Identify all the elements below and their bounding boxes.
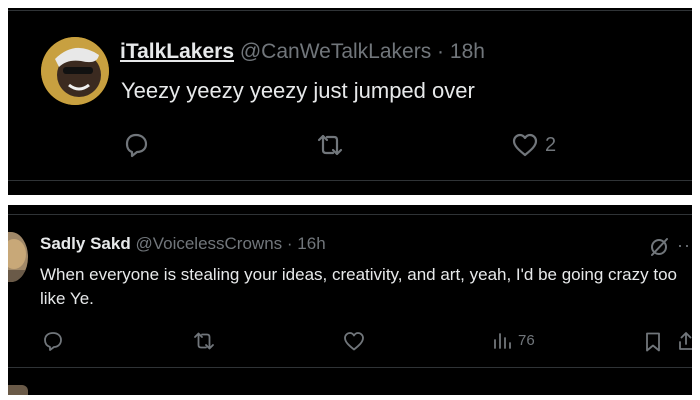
like-count: 2 xyxy=(545,133,557,156)
bookmark-icon xyxy=(646,332,660,352)
divider-bottom xyxy=(8,180,692,181)
reply-icon xyxy=(44,332,62,351)
views-button[interactable]: 76 xyxy=(492,330,535,350)
divider-top xyxy=(8,10,692,11)
separator-dot: · xyxy=(437,40,445,63)
more-icon[interactable]: ··· xyxy=(677,235,692,256)
tweet-header: iTalkLakers @CanWeTalkLakers · 18h xyxy=(120,40,485,64)
like-button[interactable] xyxy=(342,330,366,352)
user-handle[interactable]: @CanWeTalkLakers xyxy=(240,40,431,63)
reply-button[interactable] xyxy=(122,132,150,158)
avatar[interactable] xyxy=(41,37,109,105)
share-icon xyxy=(679,332,692,350)
reply-icon xyxy=(125,133,148,158)
tweet-panel-1: iTalkLakers @CanWeTalkLakers · 18h Yeezy… xyxy=(8,8,692,195)
next-tweet-avatar[interactable] xyxy=(8,385,28,395)
tweet-text: When everyone is stealing your ideas, cr… xyxy=(40,265,677,308)
share-button[interactable] xyxy=(678,330,692,352)
display-name[interactable]: iTalkLakers xyxy=(120,40,234,63)
user-handle[interactable]: @VoicelessCrowns xyxy=(135,234,282,253)
divider-bottom xyxy=(8,367,692,368)
retweet-icon xyxy=(194,332,214,350)
grok-icon xyxy=(651,238,668,256)
like-icon xyxy=(512,133,538,157)
tweet-text: Yeezy yeezy yeezy just jumped over xyxy=(121,78,475,103)
reply-button[interactable] xyxy=(41,330,65,352)
grok-button[interactable] xyxy=(648,236,670,258)
retweet-button[interactable] xyxy=(314,132,346,158)
retweet-icon xyxy=(317,134,343,156)
retweet-button[interactable] xyxy=(191,330,217,352)
divider-top xyxy=(8,214,692,215)
avatar[interactable] xyxy=(8,232,28,282)
views-icon xyxy=(494,333,511,349)
display-name[interactable]: Sadly Sakd xyxy=(40,234,131,253)
timestamp[interactable]: 18h xyxy=(450,40,485,63)
like-button[interactable]: 2 xyxy=(511,132,556,158)
view-count: 76 xyxy=(518,331,535,349)
tweet-header: Sadly Sakd @VoicelessCrowns · 16h xyxy=(40,234,326,254)
tweet-panel-2: Sadly Sakd @VoicelessCrowns · 16h ··· Wh… xyxy=(8,205,692,395)
like-icon xyxy=(344,332,364,351)
bookmark-button[interactable] xyxy=(644,331,662,353)
timestamp[interactable]: 16h xyxy=(297,234,325,253)
separator-dot: · xyxy=(286,234,293,253)
